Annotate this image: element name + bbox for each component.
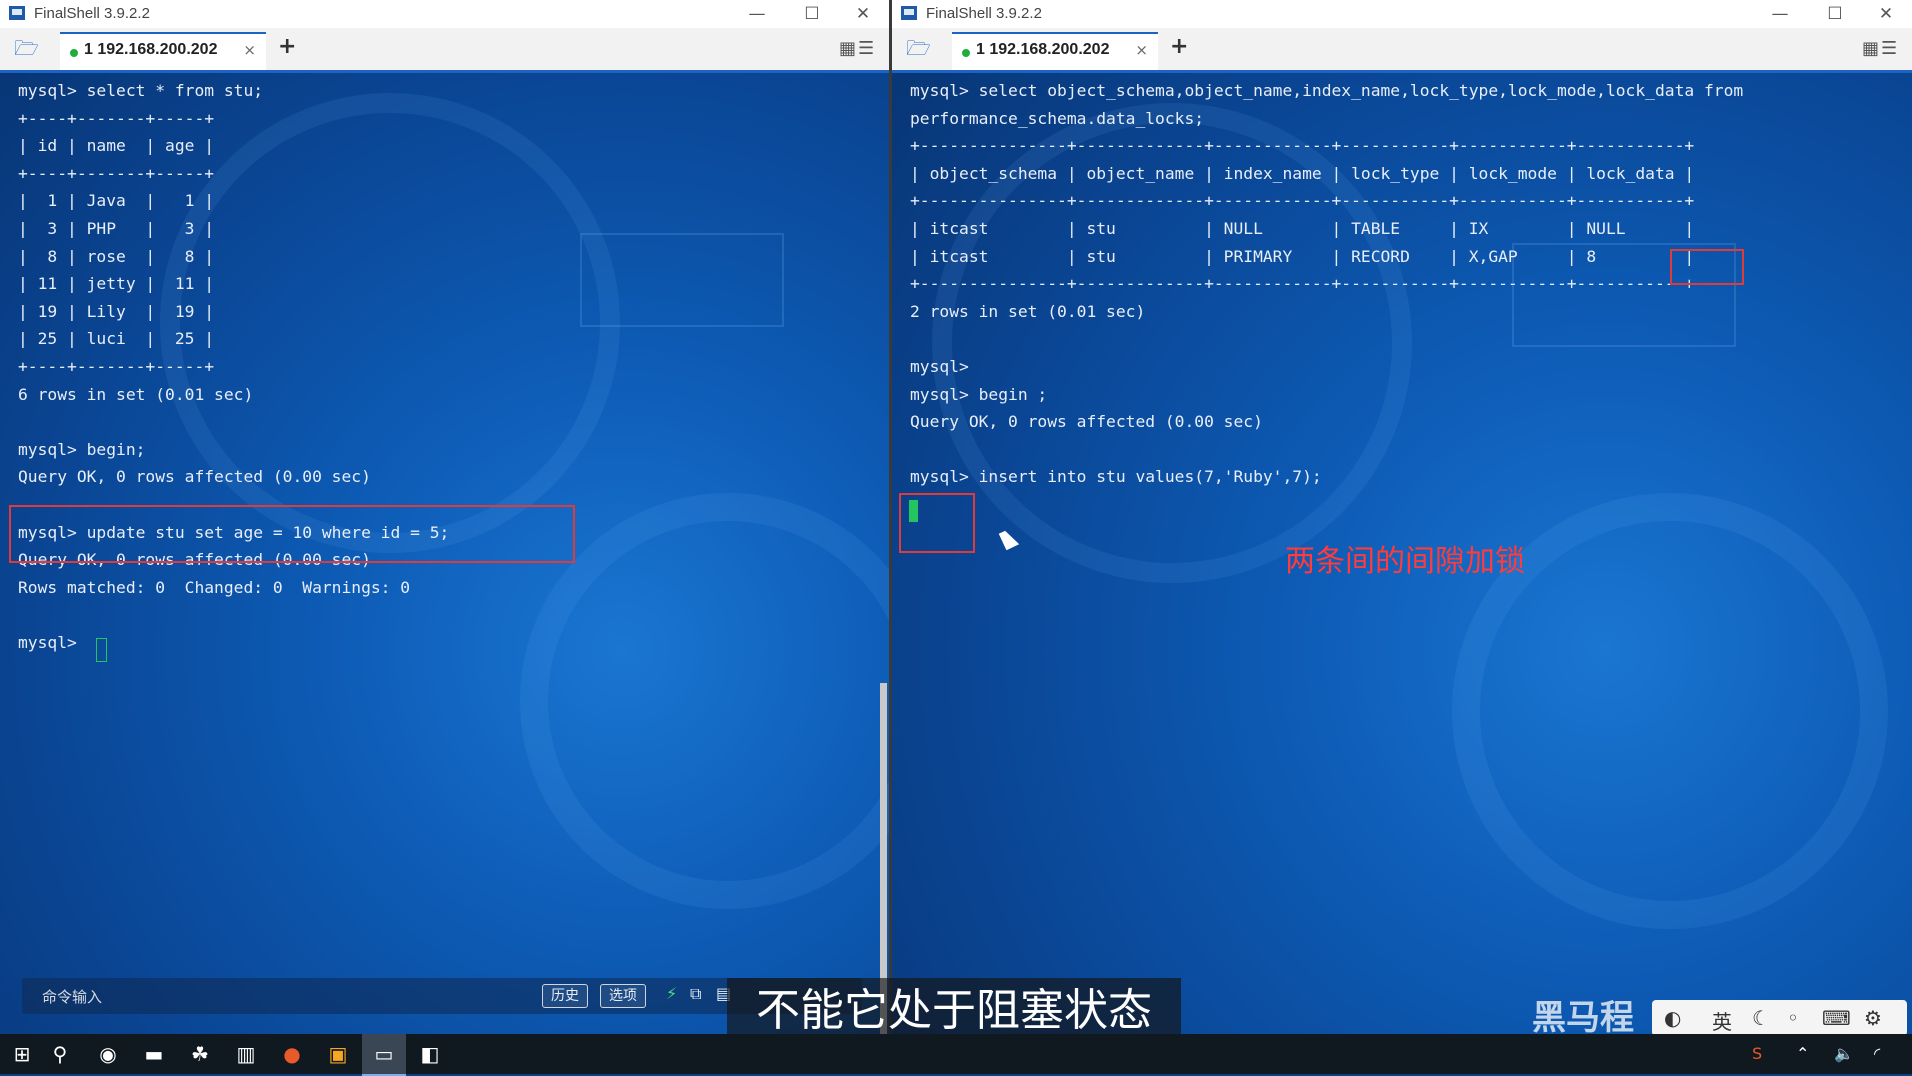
- terminal-line: | 25 | luci | 25 |: [18, 329, 215, 349]
- finalshell-app-icon: [9, 6, 25, 20]
- search-icon[interactable]: ⚲: [38, 1034, 82, 1074]
- tab-close-icon[interactable]: ×: [243, 41, 256, 59]
- minimize-button[interactable]: —: [1758, 2, 1802, 26]
- terminal-line: 6 rows in set (0.01 sec): [18, 384, 254, 404]
- terminal-line: +---------------+-------------+---------…: [910, 274, 1695, 294]
- finalshell-taskbar-icon[interactable]: ▭: [362, 1034, 406, 1076]
- copy-icon[interactable]: ⧉: [690, 984, 701, 1004]
- ime-settings-icon[interactable]: ⚙: [1864, 1006, 1882, 1030]
- title-bar: FinalShell 3.9.2.2 — ☐ ✕: [0, 0, 889, 28]
- title-bar: FinalShell 3.9.2.2 — ☐ ✕: [892, 0, 1912, 28]
- windows-taskbar: ⊞ ⚲ ◉ ▬ ☘ ▥ ● ▣ ▭ ◧ S ⌃ 🔈 ◜: [0, 1034, 1912, 1076]
- datagrip-icon[interactable]: ◧: [408, 1034, 452, 1074]
- network-icon[interactable]: ◜: [1874, 1034, 1880, 1074]
- terminal-line: | itcast | stu | NULL | TABLE | IX | NUL…: [910, 219, 1695, 238]
- terminal-line: | 19 | Lily | 19 |: [18, 301, 215, 321]
- terminal-area[interactable]: mysql> select * from stu; +----+-------+-…: [0, 73, 889, 1034]
- notepad-icon[interactable]: ▥: [224, 1034, 268, 1074]
- command-input-label: 命令输入: [42, 988, 103, 1006]
- keyboard-icon[interactable]: ⌨: [1822, 1006, 1851, 1030]
- terminal-line: mysql> insert into stu values(7,'Ruby',7…: [910, 467, 1322, 487]
- powerpoint-icon[interactable]: ●: [270, 1034, 314, 1074]
- terminal-line: | 8 | rose | 8 |: [18, 246, 215, 266]
- terminal-line: | 11 | jetty | 11 |: [18, 274, 215, 294]
- terminal-line: mysql> begin;: [18, 439, 146, 459]
- terminal-line: +----+-------+-----+: [18, 108, 215, 128]
- connected-status-icon: [70, 49, 78, 57]
- terminal-line: 2 rows in set (0.01 sec): [910, 301, 1146, 321]
- highlight-box-lock-data: [1670, 249, 1744, 285]
- terminal-line: +----+-------+-----+: [18, 357, 215, 376]
- finalshell-window-right: FinalShell 3.9.2.2 — ☐ ✕ 🗁 1 192.168.200…: [892, 0, 1912, 1034]
- tab-close-icon[interactable]: ×: [1135, 41, 1148, 59]
- terminal-line: mysql>: [910, 357, 969, 376]
- file-explorer-icon[interactable]: ▬: [132, 1034, 176, 1074]
- terminal-line: Query OK, 0 rows affected (0.00 sec): [910, 412, 1263, 432]
- minimize-button[interactable]: —: [735, 2, 779, 26]
- session-tab[interactable]: 1 192.168.200.202 ×: [952, 32, 1158, 70]
- folder-icon[interactable]: 🗁: [14, 38, 42, 58]
- finalshell-window-left: FinalShell 3.9.2.2 — ☐ ✕ 🗁 1 192.168.200…: [0, 0, 889, 1034]
- add-tab-button[interactable]: +: [278, 34, 296, 59]
- background-panel-decoration: [580, 233, 784, 327]
- terminal-line: | object_schema | object_name | index_na…: [910, 163, 1695, 183]
- moon-icon[interactable]: ☾: [1752, 1006, 1770, 1030]
- maximize-button[interactable]: ☐: [1813, 2, 1857, 26]
- punctuation-icon[interactable]: ◦: [1787, 1006, 1799, 1030]
- terminal-line: performance_schema.data_locks;: [910, 108, 1205, 128]
- terminal-line: | 3 | PHP | 3 |: [18, 219, 215, 238]
- terminal-line: | 1 | Java | 1 |: [18, 191, 215, 211]
- sogou-icon[interactable]: S: [1752, 1034, 1762, 1074]
- volume-icon[interactable]: 🔈: [1834, 1034, 1854, 1074]
- ime-logo-icon[interactable]: ◐: [1664, 1006, 1681, 1030]
- chrome-icon[interactable]: ◉: [86, 1034, 130, 1074]
- app-icon[interactable]: ☘: [178, 1034, 222, 1074]
- ime-toolbar[interactable]: ◐ 英 ☾ ◦ ⌨ ⚙: [1652, 1000, 1907, 1036]
- options-button[interactable]: 选项: [600, 984, 646, 1008]
- terminal-line: +---------------+-------------+---------…: [910, 136, 1695, 156]
- terminal-line: | itcast | stu | PRIMARY | RECORD | X,GA…: [910, 246, 1695, 266]
- terminal-area[interactable]: mysql> select object_schema,object_name,…: [892, 73, 1912, 1034]
- layout-menu-icon[interactable]: ▦☰: [1862, 38, 1908, 59]
- close-button[interactable]: ✕: [1864, 2, 1908, 26]
- window-title: FinalShell 3.9.2.2: [926, 5, 1042, 22]
- highlight-box: [9, 505, 575, 563]
- ime-language[interactable]: 英: [1712, 1006, 1732, 1035]
- lightning-icon[interactable]: ⚡: [666, 984, 677, 1003]
- tab-bar: 🗁 1 192.168.200.202 × + ▦☰: [0, 28, 889, 73]
- finalshell-app-icon: [901, 6, 917, 20]
- add-tab-button[interactable]: +: [1170, 34, 1188, 59]
- terminal-line: mysql> begin ;: [910, 384, 1048, 404]
- folder-icon[interactable]: 🗁: [906, 38, 934, 58]
- window-title: FinalShell 3.9.2.2: [34, 5, 150, 22]
- connected-status-icon: [962, 49, 970, 57]
- terminal-line: mysql> select * from stu;: [18, 81, 264, 100]
- history-button[interactable]: 历史: [542, 984, 588, 1008]
- tab-label: 1 192.168.200.202: [84, 41, 218, 58]
- terminal-cursor: [96, 638, 107, 662]
- terminal-line: mysql>: [18, 633, 87, 652]
- maximize-button[interactable]: ☐: [790, 2, 834, 26]
- terminal-line: +---------------+-------------+---------…: [910, 191, 1695, 211]
- tab-label: 1 192.168.200.202: [976, 41, 1110, 58]
- terminal-line: | id | name | age |: [18, 136, 215, 156]
- close-button[interactable]: ✕: [841, 2, 885, 26]
- tab-bar: 🗁 1 192.168.200.202 × + ▦☰: [892, 28, 1912, 73]
- terminal-cursor: [909, 500, 918, 522]
- terminal-line: Rows matched: 0 Changed: 0 Warnings: 0: [18, 577, 411, 597]
- tray-expand-icon[interactable]: ⌃: [1796, 1034, 1809, 1074]
- session-tab[interactable]: 1 192.168.200.202 ×: [60, 32, 266, 70]
- annotation-text: 两条间的间隙加锁: [1285, 544, 1525, 579]
- terminal-line: mysql> select object_schema,object_name,…: [910, 81, 1744, 100]
- layout-menu-icon[interactable]: ▦☰: [839, 38, 885, 59]
- terminal-line: Query OK, 0 rows affected (0.00 sec): [18, 467, 371, 487]
- background-gear-decoration: [520, 493, 889, 909]
- watermark: 黑马程: [1532, 998, 1634, 1038]
- terminal-line: +----+-------+-----+: [18, 163, 215, 183]
- app-window-icon[interactable]: ▣: [316, 1034, 360, 1074]
